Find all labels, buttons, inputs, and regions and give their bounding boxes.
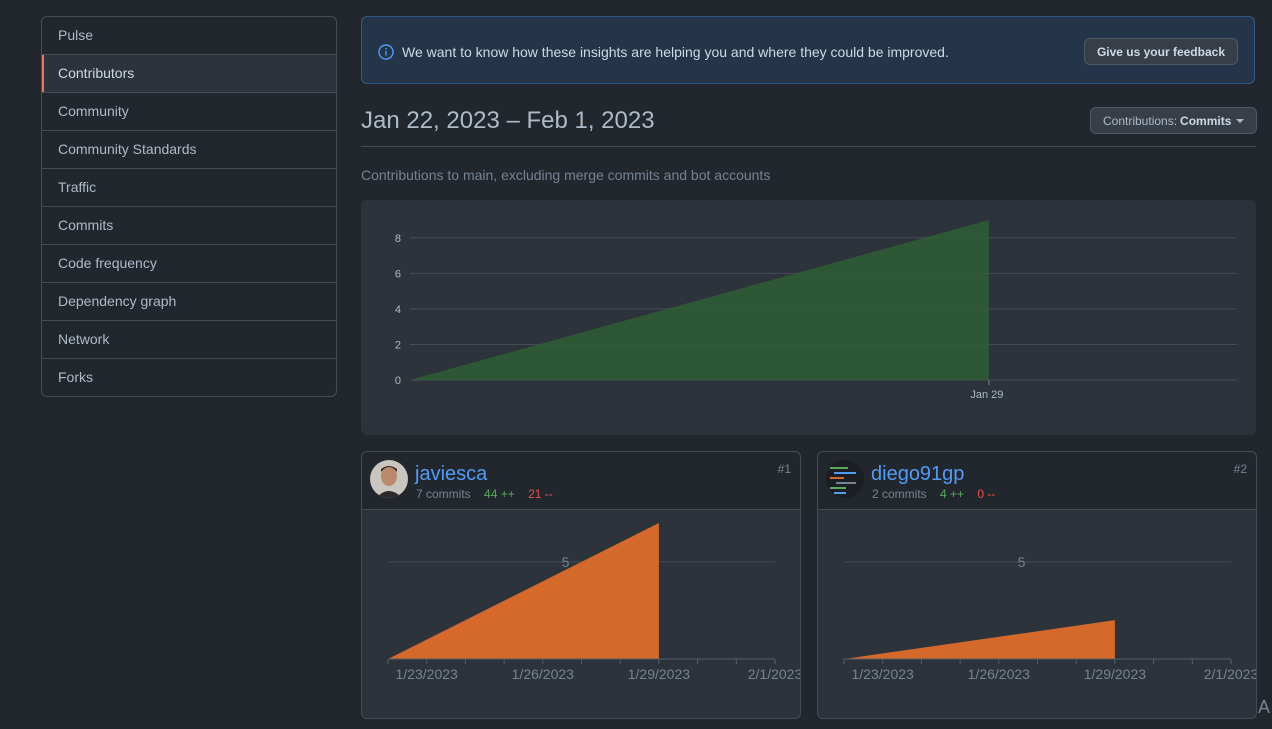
y-tick-label: 5 bbox=[562, 554, 570, 570]
y-tick-label: 8 bbox=[395, 233, 401, 245]
main-contributions-chart: 0 2 4 6 8 Jan 29 bbox=[361, 200, 1256, 435]
contributor-card: diego91gp 2 commits 4 ++ 0 -- #2 5 1/23/2… bbox=[817, 451, 1257, 719]
sidebar-item-community[interactable]: Community bbox=[42, 92, 336, 130]
deletions-count: 21 -- bbox=[528, 487, 553, 501]
y-tick-label: 0 bbox=[395, 375, 401, 387]
sidebar-item-forks[interactable]: Forks bbox=[42, 358, 336, 396]
contributor-stats: 2 commits 4 ++ 0 -- bbox=[872, 487, 995, 501]
contributor-rank: #1 bbox=[777, 462, 791, 476]
contributor-username[interactable]: javiesca bbox=[415, 463, 487, 486]
deletions-count: 0 -- bbox=[977, 487, 996, 501]
contributor-card: javiesca 7 commits 44 ++ 21 -- #1 5 1/23/… bbox=[361, 451, 801, 719]
contributions-subtitle: Contributions to main, excluding merge c… bbox=[361, 167, 771, 183]
x-tick-label: 1/26/2023 bbox=[512, 666, 574, 682]
header-divider bbox=[361, 146, 1256, 147]
contributions-dropdown[interactable]: Contributions: Commits bbox=[1090, 107, 1258, 134]
commits-area bbox=[844, 620, 1115, 659]
commits-area bbox=[388, 523, 659, 659]
banner-message: We want to know how these insights are h… bbox=[402, 44, 949, 60]
sidebar-item-code-frequency[interactable]: Code frequency bbox=[42, 244, 336, 282]
give-feedback-button[interactable]: Give us your feedback bbox=[1083, 38, 1238, 65]
contributor-chart: 5 1/23/2023 1/26/2023 1/29/2023 2/1/2023 bbox=[362, 510, 801, 718]
y-tick-label: 4 bbox=[395, 304, 401, 316]
additions-count: 44 ++ bbox=[484, 487, 515, 501]
x-tick-label: Jan 29 bbox=[970, 389, 1003, 401]
commit-count: 7 commits bbox=[416, 487, 471, 501]
sidebar-item-pulse[interactable]: Pulse bbox=[42, 17, 336, 54]
insights-sidebar: Pulse Contributors Community Community S… bbox=[41, 16, 337, 397]
sidebar-item-community-standards[interactable]: Community Standards bbox=[42, 130, 336, 168]
contributor-card-header: diego91gp 2 commits 4 ++ 0 -- #2 bbox=[818, 452, 1256, 510]
contributor-rank: #2 bbox=[1233, 462, 1247, 476]
main-chart-svg: 0 2 4 6 8 Jan 29 bbox=[395, 220, 1237, 401]
sidebar-item-contributors[interactable]: Contributors bbox=[42, 54, 336, 92]
sidebar-item-network[interactable]: Network bbox=[42, 320, 336, 358]
y-tick-label: 6 bbox=[395, 268, 401, 280]
x-tick-label: 1/26/2023 bbox=[968, 666, 1030, 682]
contributions-value: Commits bbox=[1180, 113, 1232, 128]
contributor-card-header: javiesca 7 commits 44 ++ 21 -- #1 bbox=[362, 452, 800, 510]
x-tick-label: 1/29/2023 bbox=[1084, 666, 1146, 682]
date-range-title: Jan 22, 2023 – Feb 1, 2023 bbox=[361, 107, 655, 134]
sidebar-item-commits[interactable]: Commits bbox=[42, 206, 336, 244]
contributions-prefix: Contributions: bbox=[1103, 113, 1178, 128]
contributor-chart-svg: 5 1/23/2023 1/26/2023 1/29/2023 2/1/2023 bbox=[387, 523, 801, 682]
info-icon bbox=[378, 44, 394, 60]
contributor-stats: 7 commits 44 ++ 21 -- bbox=[416, 487, 553, 501]
x-tick-label: 1/29/2023 bbox=[628, 666, 690, 682]
x-tick-label: 2/1/2023 bbox=[748, 666, 801, 682]
avatar[interactable] bbox=[370, 460, 408, 498]
sidebar-item-dependency-graph[interactable]: Dependency graph bbox=[42, 282, 336, 320]
feedback-banner: We want to know how these insights are h… bbox=[361, 16, 1255, 84]
y-tick-label: 5 bbox=[1018, 554, 1026, 570]
y-tick-label: 2 bbox=[395, 339, 401, 351]
contributor-chart: 5 1/23/2023 1/26/2023 1/29/2023 2/1/2023 bbox=[818, 510, 1257, 718]
caret-down-icon bbox=[1236, 118, 1245, 123]
contributor-username[interactable]: diego91gp bbox=[871, 463, 964, 486]
avatar[interactable] bbox=[826, 460, 864, 498]
corner-glyph: A bbox=[1258, 697, 1271, 717]
commits-area bbox=[410, 220, 989, 380]
x-tick-label: 1/23/2023 bbox=[396, 666, 458, 682]
x-tick-label: 1/23/2023 bbox=[852, 666, 914, 682]
x-tick-label: 2/1/2023 bbox=[1204, 666, 1257, 682]
contributor-chart-svg: 5 1/23/2023 1/26/2023 1/29/2023 2/1/2023 bbox=[843, 554, 1257, 682]
commit-count: 2 commits bbox=[872, 487, 927, 501]
additions-count: 4 ++ bbox=[940, 487, 965, 501]
sidebar-item-traffic[interactable]: Traffic bbox=[42, 168, 336, 206]
